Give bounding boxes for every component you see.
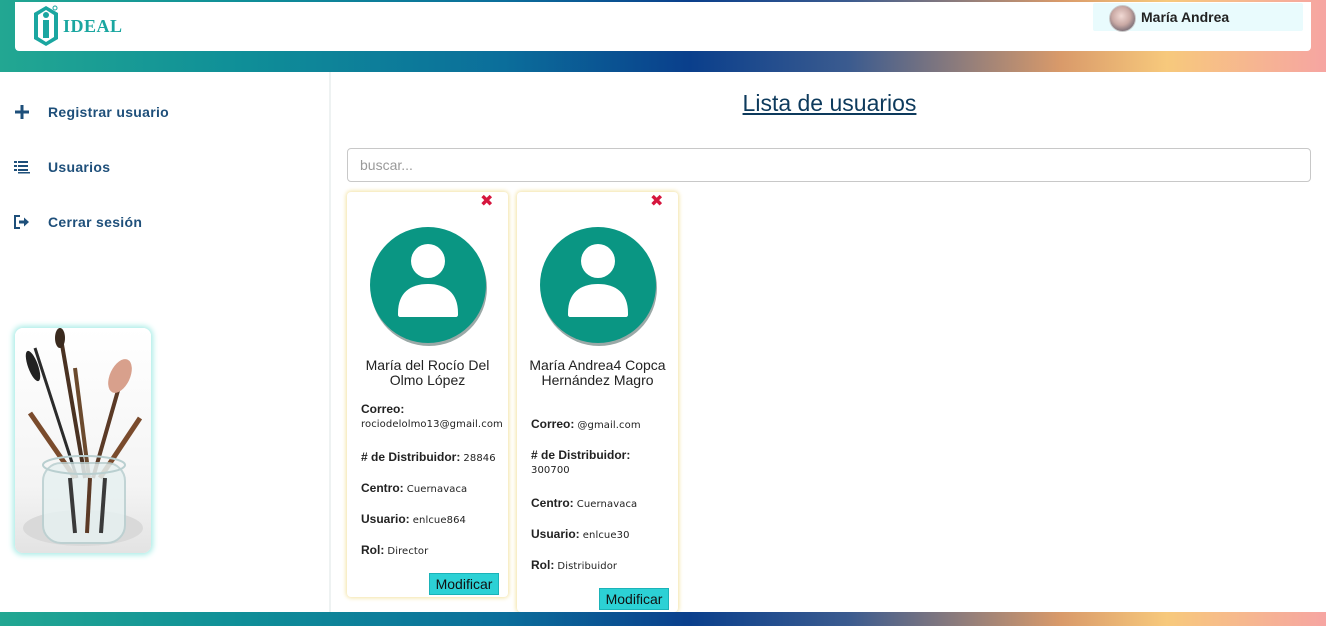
ideal-logo[interactable]: IDEAL [31, 4, 122, 48]
user-menu[interactable]: María Andrea [1093, 3, 1303, 32]
search-input[interactable] [347, 148, 1311, 182]
field-label: # de Distribuidor: [531, 448, 631, 462]
plus-icon [14, 104, 30, 120]
sidebar-item-label: Usuarios [48, 159, 111, 175]
sidebar-item-label: Registrar usuario [48, 104, 170, 120]
sidebar-item-cerrar-sesion[interactable]: Cerrar sesión [14, 210, 142, 234]
field-value: rociodelolmo13@gmail.com [361, 419, 503, 430]
user-distributor-field: # de Distribuidor: 28846 [361, 450, 506, 465]
sign-out-icon [14, 214, 30, 230]
user-distributor-field: # de Distribuidor: 300700 [531, 448, 676, 477]
user-email-field: Correo: @gmail.com [531, 417, 676, 432]
field-label: Centro: [361, 481, 404, 495]
user-avatar-icon [370, 227, 486, 343]
user-center-field: Centro: Cuernavaca [531, 496, 676, 511]
user-role-field: Rol: Director [361, 543, 506, 558]
field-value: 28846 [463, 453, 496, 464]
field-label: Rol: [531, 558, 555, 572]
header-bar: IDEAL María Andrea [15, 2, 1311, 51]
user-name: María del Rocío Del Olmo López [365, 357, 490, 388]
user-email-field: Correo: rociodelolmo13@gmail.com [361, 402, 506, 431]
sidebar-item-registrar-usuario[interactable]: Registrar usuario [14, 100, 169, 124]
modify-button[interactable]: Modificar [599, 588, 669, 610]
field-value: enlcue864 [412, 515, 466, 526]
field-label: Usuario: [531, 527, 580, 541]
field-label: Rol: [361, 543, 385, 557]
user-center-field: Centro: Cuernavaca [361, 481, 506, 496]
modify-button[interactable]: Modificar [429, 573, 499, 595]
user-username-field: Usuario: enlcue864 [361, 512, 506, 527]
field-value: 300700 [531, 465, 570, 476]
field-label: # de Distribuidor: [361, 450, 461, 464]
delete-icon[interactable]: ✖ [650, 193, 664, 209]
user-avatar-icon [540, 227, 656, 343]
user-card: ✖ María del Rocío Del Olmo López Correo:… [347, 192, 508, 597]
avatar [1109, 5, 1136, 32]
user-name: María Andrea [1141, 9, 1230, 25]
field-value: Director [387, 546, 429, 557]
logo-emblem-icon [34, 5, 58, 46]
field-label: Correo: [531, 417, 575, 431]
main-content: Lista de usuarios ✖ María del Rocío Del … [333, 72, 1326, 612]
field-value: enlcue30 [582, 530, 630, 541]
sidebar-item-label: Cerrar sesión [48, 214, 143, 230]
field-label: Centro: [531, 496, 574, 510]
user-role-field: Rol: Distribuidor [531, 558, 676, 573]
field-value: Cuernavaca [406, 484, 468, 495]
field-value: @gmail.com [577, 420, 641, 431]
page-title: Lista de usuarios [742, 90, 917, 116]
field-value: Distribuidor [557, 561, 618, 572]
brand-name: IDEAL [63, 16, 123, 36]
field-value: Cuernavaca [576, 499, 638, 510]
makeup-brushes-image [15, 328, 151, 553]
field-label: Usuario: [361, 512, 410, 526]
footer-gradient-band [0, 612, 1326, 626]
list-icon [14, 159, 30, 175]
user-name: María Andrea4 Copca Hernández Magro [529, 357, 666, 388]
user-username-field: Usuario: enlcue30 [531, 527, 676, 542]
sidebar-item-usuarios[interactable]: Usuarios [14, 155, 110, 179]
delete-icon[interactable]: ✖ [480, 193, 494, 209]
field-label: Correo: [361, 402, 405, 416]
user-card: ✖ María Andrea4 Copca Hernández Magro Co… [517, 192, 678, 612]
